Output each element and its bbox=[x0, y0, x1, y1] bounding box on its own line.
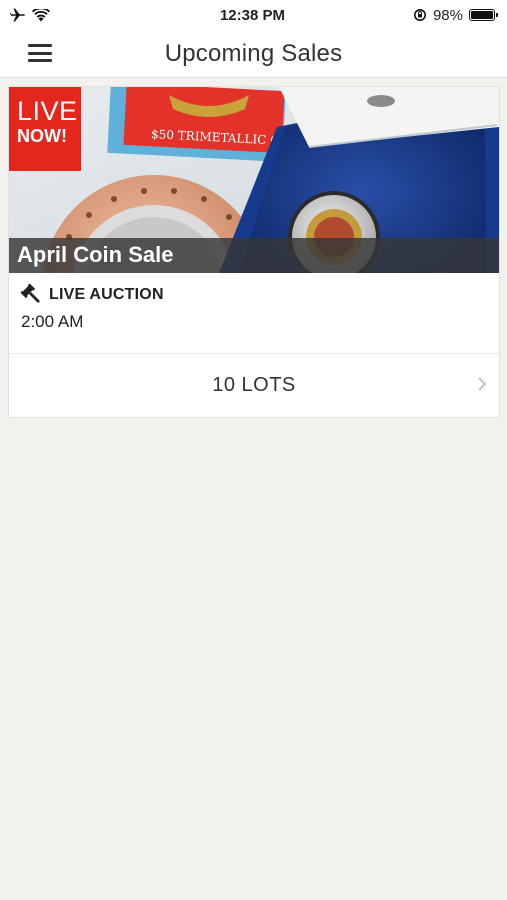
sale-title: April Coin Sale bbox=[9, 238, 499, 273]
gavel-icon bbox=[21, 284, 40, 303]
sale-info: LIVE AUCTION 2:00 AM bbox=[9, 273, 499, 353]
nav-bar: Upcoming Sales bbox=[0, 30, 507, 78]
status-left bbox=[10, 8, 130, 22]
live-badge-line1: LIVE bbox=[17, 96, 78, 126]
sale-type-label: LIVE AUCTION bbox=[49, 286, 164, 303]
orientation-lock-icon bbox=[413, 9, 426, 21]
page-title: Upcoming Sales bbox=[164, 39, 343, 67]
battery-icon bbox=[469, 9, 498, 21]
lots-label: 10 LOTS bbox=[212, 374, 296, 396]
status-right: 98% bbox=[375, 6, 498, 24]
status-bar: 12:38 PM 98% bbox=[0, 0, 507, 30]
sale-banner-image[interactable]: $50 TRIMETALLIC COIN LIVE NOW! April Coi… bbox=[9, 87, 499, 273]
sale-time: 2:00 AM bbox=[21, 312, 84, 331]
status-time: 12:38 PM bbox=[219, 6, 286, 24]
live-badge-line2: NOW! bbox=[17, 126, 67, 146]
chevron-right-icon bbox=[478, 377, 487, 391]
wifi-icon bbox=[32, 8, 50, 21]
live-now-badge: LIVE NOW! bbox=[9, 87, 81, 171]
sale-type-row: LIVE AUCTION bbox=[21, 283, 487, 307]
battery-percent: 98% bbox=[432, 6, 463, 24]
sale-card[interactable]: $50 TRIMETALLIC COIN LIVE NOW! April Coi… bbox=[8, 86, 500, 418]
airplane-icon bbox=[10, 8, 25, 22]
battery-fill bbox=[471, 11, 493, 19]
hamburger-icon[interactable] bbox=[28, 42, 52, 64]
lots-button[interactable]: 10 LOTS bbox=[9, 353, 499, 417]
